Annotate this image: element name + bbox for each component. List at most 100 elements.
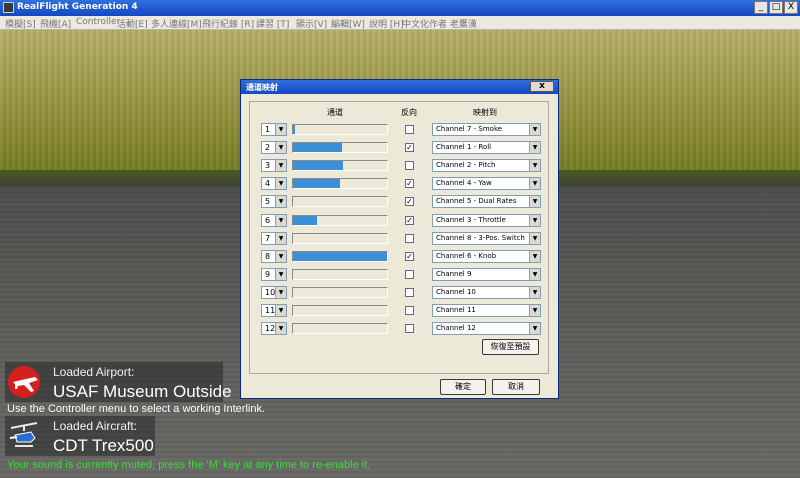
chevron-down-icon[interactable]: ▼	[529, 232, 540, 244]
reverse-checkbox[interactable]	[405, 125, 414, 134]
chevron-down-icon[interactable]: ▼	[529, 305, 540, 316]
chevron-down-icon[interactable]: ▼	[275, 142, 286, 154]
reverse-checkbox[interactable]	[405, 269, 414, 279]
channel-level-fill	[293, 125, 295, 134]
chevron-down-icon[interactable]: ▼	[275, 232, 286, 244]
channel-level-bar	[292, 178, 388, 190]
chevron-down-icon[interactable]: ▼	[529, 160, 540, 172]
reverse-checkbox[interactable]	[405, 287, 414, 297]
channel-number-select[interactable]: 10 ▼	[261, 285, 287, 299]
chevron-down-icon[interactable]: ▼	[275, 323, 286, 335]
chevron-down-icon[interactable]: ▼	[529, 142, 540, 154]
dialog-close-button[interactable]: x	[530, 81, 554, 92]
reverse-checkbox[interactable]: ✓	[405, 179, 414, 189]
map-to-select[interactable]: Channel 5 - Dual Rates ▼	[432, 195, 541, 209]
menu-multiplayer[interactable]: 多人連線[M]	[151, 17, 202, 30]
channel-number-select[interactable]: 5 ▼	[261, 195, 287, 209]
channel-number-select[interactable]: 6 ▼	[261, 213, 287, 227]
chevron-down-icon[interactable]: ▼	[275, 124, 286, 135]
chevron-down-icon[interactable]: ▼	[529, 214, 540, 226]
map-to-select[interactable]: Channel 1 - Roll ▼	[432, 141, 541, 155]
channel-row: 10 ▼ Channel 10 ▼	[241, 285, 560, 300]
maximize-button[interactable]: □	[769, 1, 783, 14]
chevron-down-icon[interactable]: ▼	[275, 305, 286, 316]
chevron-down-icon[interactable]: ▼	[275, 178, 286, 190]
channel-number-select[interactable]: 7 ▼	[261, 231, 287, 245]
map-to-select[interactable]: Channel 8 - 3-Pos. Switch ▼	[432, 231, 541, 245]
minimize-button[interactable]: _	[754, 1, 768, 14]
chevron-down-icon[interactable]: ▼	[529, 124, 540, 135]
chevron-down-icon[interactable]: ▼	[275, 250, 286, 262]
cancel-button[interactable]: 取消	[492, 379, 540, 395]
channel-number-select[interactable]: 9 ▼	[261, 267, 287, 281]
map-to-select[interactable]: Channel 3 - Throttle ▼	[432, 213, 541, 227]
channel-number-select[interactable]: 12 ▼	[261, 322, 287, 336]
menu-flight-record[interactable]: 飛行紀錄 [R]	[202, 17, 254, 30]
helicopter-icon	[9, 422, 38, 447]
airplane-icon	[8, 366, 40, 398]
reverse-checkbox[interactable]	[405, 233, 414, 243]
map-to-value: Channel 9	[436, 269, 472, 278]
channel-row: 9 ▼ Channel 9 ▼	[241, 267, 560, 282]
menu-lessons[interactable]: 課習 [T]	[256, 17, 289, 30]
close-window-button[interactable]: X	[784, 1, 798, 14]
chevron-down-icon[interactable]: ▼	[529, 178, 540, 190]
chevron-down-icon[interactable]: ▼	[275, 268, 286, 280]
map-to-value: Channel 5 - Dual Rates	[436, 197, 517, 206]
chevron-down-icon[interactable]: ▼	[275, 214, 286, 226]
chevron-down-icon[interactable]: ▼	[529, 250, 540, 262]
menu-edit[interactable]: 編輯[W]	[331, 17, 365, 30]
channel-number-select[interactable]: 2 ▼	[261, 141, 287, 155]
airport-name: USAF Museum Outside	[53, 382, 232, 401]
chevron-down-icon[interactable]: ▼	[529, 286, 540, 298]
chevron-down-icon[interactable]: ▼	[529, 196, 540, 208]
map-to-value: Channel 4 - Yaw	[436, 179, 492, 188]
channel-number-select[interactable]: 8 ▼	[261, 249, 287, 263]
menu-controller[interactable]: Controller	[76, 17, 120, 27]
channel-number-select[interactable]: 4 ▼	[261, 177, 287, 191]
channel-number-select[interactable]: 3 ▼	[261, 159, 287, 173]
channel-number-select[interactable]: 11 ▼	[261, 304, 287, 317]
menu-help[interactable]: 說明 [H]	[369, 17, 404, 30]
menu-simulation[interactable]: 模擬[S]	[5, 17, 36, 30]
channel-row: 6 ▼ ✓ Channel 3 - Throttle ▼	[241, 213, 560, 228]
menu-view[interactable]: 顯示[V]	[296, 17, 327, 30]
chevron-down-icon[interactable]: ▼	[275, 196, 286, 208]
channel-level-bar	[292, 196, 388, 208]
map-to-select[interactable]: Channel 10 ▼	[432, 285, 541, 299]
restore-defaults-button[interactable]: 恢復至預設	[482, 339, 539, 355]
reverse-checkbox[interactable]	[405, 161, 414, 171]
menu-translator[interactable]: 中文化作者 老鷹漢	[402, 17, 477, 30]
reverse-checkbox[interactable]	[405, 324, 414, 334]
chevron-down-icon[interactable]: ▼	[275, 286, 286, 298]
reverse-checkbox[interactable]: ✓	[405, 215, 414, 225]
channel-row: 12 ▼ Channel 12 ▼	[241, 322, 560, 336]
reverse-checkbox[interactable]: ✓	[405, 197, 414, 207]
channel-number-value: 7	[265, 233, 271, 243]
aircraft-caption: Loaded Aircraft:	[53, 419, 138, 433]
channel-number-value: 2	[265, 143, 271, 153]
map-to-select[interactable]: Channel 11 ▼	[432, 304, 541, 317]
reverse-checkbox[interactable]: ✓	[405, 251, 414, 261]
menu-activities[interactable]: 活動[E]	[117, 17, 148, 30]
chevron-down-icon[interactable]: ▼	[529, 268, 540, 280]
header-channel: 通道	[327, 108, 343, 117]
reverse-checkbox[interactable]: ✓	[405, 143, 414, 153]
channel-number-select[interactable]: 1 ▼	[261, 123, 287, 136]
map-to-select[interactable]: Channel 7 - Smoke ▼	[432, 123, 541, 136]
channel-level-bar	[292, 232, 388, 244]
chevron-down-icon[interactable]: ▼	[529, 323, 540, 335]
map-to-select[interactable]: Channel 4 - Yaw ▼	[432, 177, 541, 191]
ok-button[interactable]: 確定	[440, 379, 486, 395]
app-icon	[3, 2, 14, 13]
map-to-select[interactable]: Channel 2 - Pitch ▼	[432, 159, 541, 173]
channel-level-bar	[292, 286, 388, 298]
map-to-select[interactable]: Channel 12 ▼	[432, 322, 541, 336]
chevron-down-icon[interactable]: ▼	[275, 160, 286, 172]
window-title: RealFlight Generation 4	[17, 2, 138, 12]
reverse-checkbox[interactable]	[405, 306, 414, 315]
map-to-select[interactable]: Channel 6 - Knob ▼	[432, 249, 541, 263]
channel-level-bar	[292, 124, 388, 135]
menu-aircraft[interactable]: 飛機[A]	[40, 17, 71, 30]
map-to-select[interactable]: Channel 9 ▼	[432, 267, 541, 281]
